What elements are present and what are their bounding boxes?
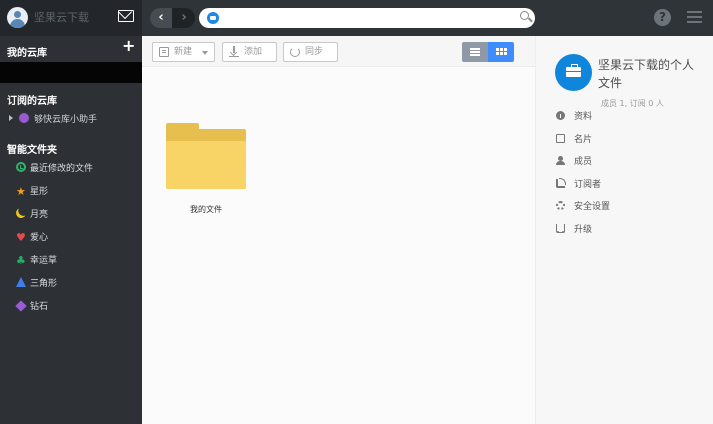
search-icon[interactable]: [520, 11, 529, 20]
sync-button-label: 同步: [305, 47, 324, 57]
smart-folder-list: 最近修改的文件 ★ 星形 月亮 ♥ 爱心 ♣ 幸运草 三角形 钻石: [15, 161, 140, 322]
smart-folders-heading[interactable]: 智能文件夹: [7, 141, 57, 156]
search-input[interactable]: [225, 10, 505, 26]
triangle-icon: [16, 277, 26, 287]
mail-icon[interactable]: [118, 10, 134, 22]
help-icon[interactable]: ?: [654, 9, 671, 26]
selected-library-row[interactable]: [0, 62, 142, 83]
menu-line: [687, 16, 702, 18]
details-menu-subscribers[interactable]: 订阅者: [556, 177, 696, 202]
smart-folder-label: 三角形: [30, 279, 58, 289]
briefcase-icon: [566, 64, 581, 77]
subscribed-library-assistant[interactable]: 够快云库小助手: [9, 112, 97, 126]
smart-folder-label: 爱心: [30, 233, 49, 243]
clock-icon: [16, 162, 26, 172]
grid-icon: [496, 48, 499, 51]
new-file-icon: [159, 47, 169, 57]
navigation-buttons: ‹ ›: [150, 8, 195, 28]
subscribed-libraries-heading[interactable]: 订阅的云库: [7, 92, 57, 107]
details-menu-security[interactable]: 安全设置: [556, 201, 696, 224]
list-view-button[interactable]: [462, 42, 488, 62]
folder-front: [166, 141, 246, 189]
library-meta: 成员 1, 订阅 0 人: [601, 99, 664, 108]
file-browser: 新建 添加 同步: [142, 36, 535, 424]
forward-button[interactable]: ›: [173, 8, 195, 28]
details-menu-profile[interactable]: 资料: [556, 111, 696, 134]
smart-folder-recent[interactable]: 最近修改的文件: [16, 161, 140, 184]
assistant-icon: [19, 113, 29, 123]
members-icon: [556, 156, 565, 165]
heart-icon: ♥: [16, 231, 26, 244]
back-button[interactable]: ‹: [150, 8, 172, 28]
sync-icon: [290, 47, 300, 57]
details-menu: 资料 名片 成员 订阅者 安全设置 升级: [556, 111, 696, 246]
username[interactable]: 坚果云下载: [34, 9, 100, 23]
details-menu-card[interactable]: 名片: [556, 133, 696, 157]
smart-folder-label: 钻石: [30, 302, 49, 312]
library-icon: [555, 54, 592, 91]
moon-icon: [14, 206, 27, 219]
add-button-label: 添加: [244, 47, 263, 57]
details-menu-members[interactable]: 成员: [556, 156, 696, 179]
smart-folder-label: 幸运草: [30, 256, 58, 266]
smart-folder-diamond[interactable]: 钻石: [15, 299, 140, 322]
chevron-down-icon: [202, 51, 208, 55]
menu-line: [687, 21, 702, 23]
expand-triangle-icon[interactable]: [9, 115, 13, 121]
menu-icon[interactable]: [687, 11, 702, 24]
list-icon: [470, 48, 480, 50]
avatar[interactable]: [7, 7, 28, 28]
rss-icon: [556, 177, 566, 188]
details-menu-label: 成员: [574, 157, 593, 167]
folder-icon: [166, 123, 246, 190]
smart-folder-triangle[interactable]: 三角形: [16, 276, 140, 299]
sidebar-header: 坚果云下载: [0, 0, 142, 36]
details-menu-label: 名片: [574, 134, 593, 145]
details-menu-label: 订阅者: [574, 179, 602, 190]
star-icon: ★: [16, 185, 26, 198]
library-title: 坚果云下载的个人文件: [598, 58, 695, 90]
menu-line: [687, 11, 702, 13]
diamond-icon: [15, 300, 27, 312]
add-library-button[interactable]: +: [122, 38, 135, 54]
avatar-head-icon: [14, 11, 21, 18]
details-menu-label: 升级: [574, 224, 593, 235]
folder-name: 我的文件: [190, 205, 222, 214]
new-button-label: 新建: [174, 47, 193, 57]
details-menu-label: 安全设置: [574, 202, 611, 212]
smart-folder-clover[interactable]: ♣ 幸运草: [16, 253, 140, 276]
smart-folder-label: 月亮: [30, 210, 49, 220]
smart-folder-star[interactable]: ★ 星形: [16, 184, 140, 207]
top-bar: 坚果云下载 ‹ › ?: [0, 0, 713, 36]
smart-folder-label: 最近修改的文件: [30, 164, 94, 174]
details-menu-upgrade[interactable]: 升级: [556, 223, 696, 247]
grid-view-button[interactable]: [488, 42, 514, 62]
sidebar: 我的云库 + 订阅的云库 够快云库小助手 智能文件夹 最近修改的文件 ★ 星形 月…: [0, 36, 142, 424]
smart-folder-heart[interactable]: ♥ 爱心: [16, 230, 140, 253]
my-libraries-heading[interactable]: 我的云库: [7, 44, 47, 59]
gear-icon: [556, 201, 565, 210]
details-panel: 坚果云下载的个人文件 成员 1, 订阅 0 人 资料 名片 成员 订阅者 安全设…: [535, 36, 713, 424]
app-brand-icon: [207, 12, 219, 24]
details-menu-label: 资料: [574, 112, 593, 122]
toolbar: 新建 添加 同步: [142, 36, 535, 67]
cart-icon: [556, 223, 565, 233]
new-button[interactable]: 新建: [152, 42, 215, 62]
sync-button[interactable]: 同步: [283, 42, 338, 62]
card-icon: [556, 133, 565, 143]
search-box[interactable]: [199, 8, 535, 28]
assistant-label: 够快云库小助手: [34, 115, 98, 125]
smart-folder-moon[interactable]: 月亮: [16, 207, 140, 230]
smart-folder-label: 星形: [30, 187, 49, 197]
add-button[interactable]: 添加: [222, 42, 277, 62]
info-icon: [556, 111, 565, 120]
clover-icon: ♣: [16, 254, 26, 267]
avatar-body-icon: [10, 19, 25, 28]
upload-icon: [229, 46, 239, 57]
folder-item[interactable]: 我的文件: [165, 122, 247, 216]
